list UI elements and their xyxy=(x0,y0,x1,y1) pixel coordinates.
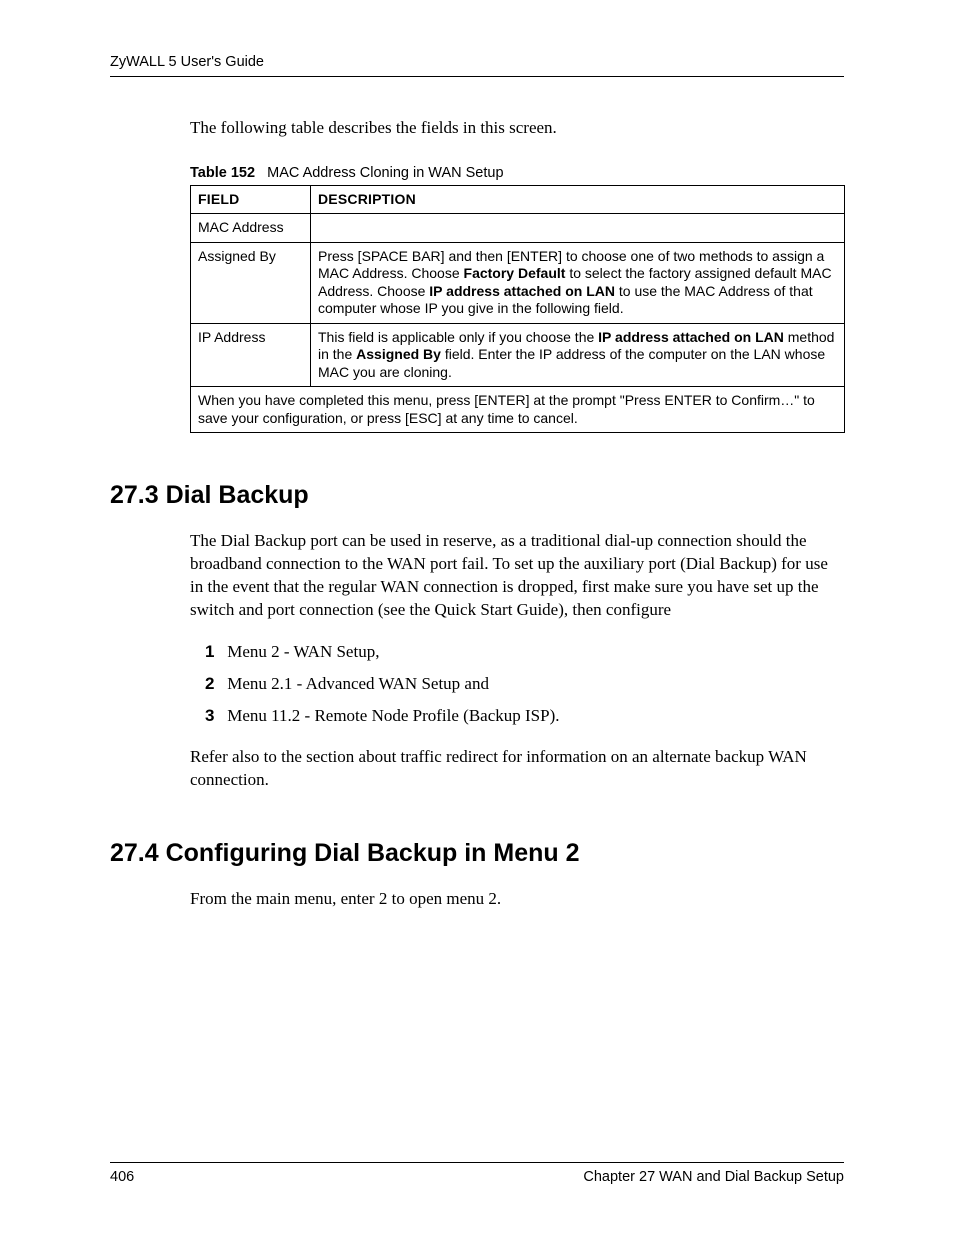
intro-paragraph: The following table describes the fields… xyxy=(190,117,844,140)
section-27-3-para: The Dial Backup port can be used in rese… xyxy=(190,530,844,622)
section-27-4-para: From the main menu, enter 2 to open menu… xyxy=(190,888,844,911)
table-row: IP Address This field is applicable only… xyxy=(191,323,845,387)
page-footer: 406 Chapter 27 WAN and Dial Backup Setup xyxy=(110,1162,844,1185)
section-heading-27-3: 27.3 Dial Backup xyxy=(110,481,844,510)
cell-desc: Press [SPACE BAR] and then [ENTER] to ch… xyxy=(311,242,845,323)
mac-cloning-table: FIELD DESCRIPTION MAC Address Assigned B… xyxy=(190,185,845,434)
table-footer-row: When you have completed this menu, press… xyxy=(191,387,845,433)
table-caption: Table 152 MAC Address Cloning in WAN Set… xyxy=(190,165,844,181)
table-number: Table 152 xyxy=(190,165,255,181)
list-item: 2 Menu 2.1 - Advanced WAN Setup and xyxy=(205,672,844,696)
table-title: MAC Address Cloning in WAN Setup xyxy=(267,165,503,181)
col-field: FIELD xyxy=(191,185,311,214)
cell-desc xyxy=(311,214,845,243)
running-header: ZyWALL 5 User's Guide xyxy=(110,54,844,77)
page-number: 406 xyxy=(110,1169,134,1185)
table-footer-cell: When you have completed this menu, press… xyxy=(191,387,845,433)
steps-list: 1 Menu 2 - WAN Setup, 2 Menu 2.1 - Advan… xyxy=(205,640,844,727)
table-row: Assigned By Press [SPACE BAR] and then [… xyxy=(191,242,845,323)
list-item: 3 Menu 11.2 - Remote Node Profile (Backu… xyxy=(205,704,844,728)
col-description: DESCRIPTION xyxy=(311,185,845,214)
cell-field: MAC Address xyxy=(191,214,311,243)
list-item: 1 Menu 2 - WAN Setup, xyxy=(205,640,844,664)
chapter-label: Chapter 27 WAN and Dial Backup Setup xyxy=(583,1169,844,1185)
section-heading-27-4: 27.4 Configuring Dial Backup in Menu 2 xyxy=(110,839,844,868)
table-header-row: FIELD DESCRIPTION xyxy=(191,185,845,214)
table-row: MAC Address xyxy=(191,214,845,243)
cell-field: Assigned By xyxy=(191,242,311,323)
section-27-3-para2: Refer also to the section about traffic … xyxy=(190,746,844,792)
cell-field: IP Address xyxy=(191,323,311,387)
cell-desc: This field is applicable only if you cho… xyxy=(311,323,845,387)
